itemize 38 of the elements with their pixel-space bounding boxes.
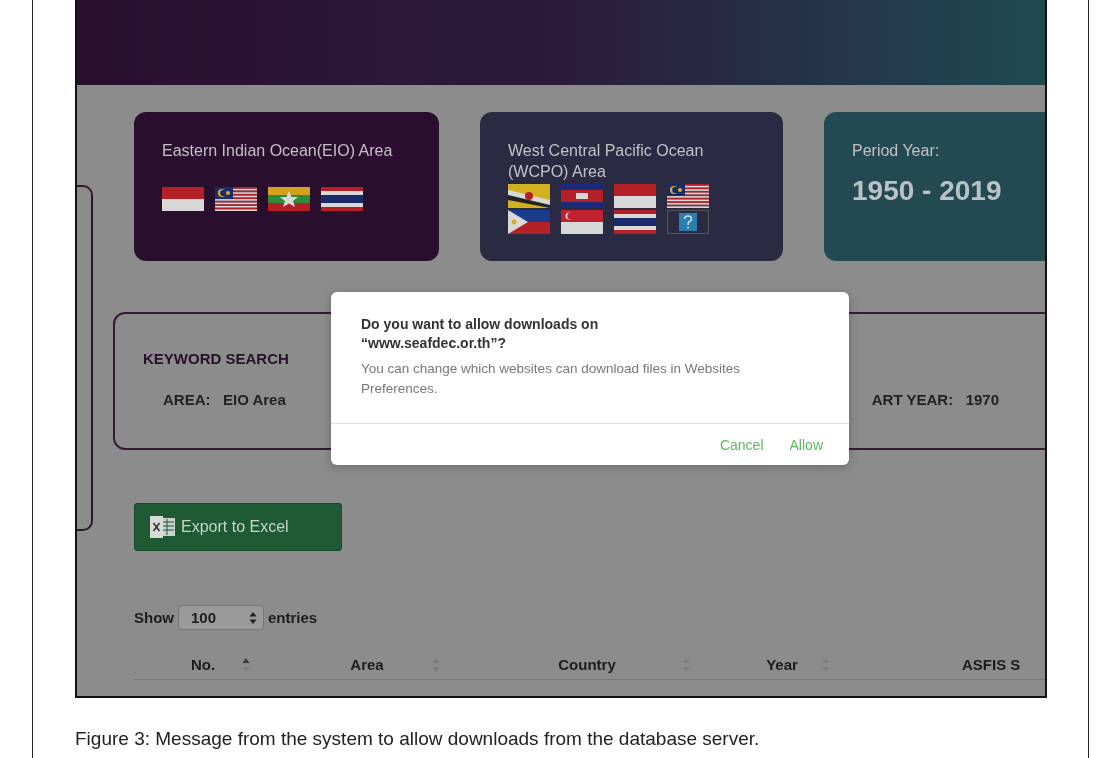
flag-icon xyxy=(614,184,656,208)
flag-icon xyxy=(614,210,656,234)
flag-icon xyxy=(561,210,603,234)
flag-icon xyxy=(215,187,257,211)
search-criterion: AREA: EIO Area xyxy=(163,391,286,408)
area-card[interactable]: West Central Pacific Ocean (WCPO) Area xyxy=(480,112,783,261)
search-criterion: ART YEAR: 1970 xyxy=(871,391,999,408)
flag-icon xyxy=(667,184,709,208)
flag-icon xyxy=(321,187,363,211)
area-card[interactable]: Eastern Indian Ocean(EIO) Area xyxy=(134,112,439,261)
flag-icon xyxy=(268,187,310,211)
flag-icon xyxy=(561,184,603,208)
column-header[interactable]: Year xyxy=(712,650,852,679)
sort-icon[interactable] xyxy=(242,657,250,673)
dialog-button[interactable]: Allow xyxy=(783,432,829,457)
card-title: West Central Pacific Ocean (WCPO) Area xyxy=(508,141,705,182)
period-value: 1950 - 2019 xyxy=(852,175,1003,207)
entries-label: entries xyxy=(268,609,318,626)
column-header[interactable]: ASFIS S xyxy=(852,650,1045,679)
excel-icon xyxy=(149,515,177,539)
dialog-button[interactable]: Cancel xyxy=(713,432,770,457)
export-button[interactable]: Export to Excel xyxy=(134,503,342,551)
flag-icon xyxy=(508,184,550,208)
question-icon xyxy=(667,210,709,234)
figure-caption: Figure 3: Message from the system to allow downloads from the database server. xyxy=(75,728,761,750)
panel-title: KEYWORD SEARCH xyxy=(143,350,290,367)
column-header[interactable]: No. xyxy=(134,650,272,679)
dialog-message: You can change which websites can download files in Websites Preferences. xyxy=(361,360,741,398)
show-label: Show xyxy=(134,609,174,626)
card-title: Period Year: xyxy=(852,141,941,161)
card-title: Eastern Indian Ocean(EIO) Area xyxy=(162,141,394,161)
column-header[interactable]: Area xyxy=(272,650,462,679)
entries-select[interactable]: 100 xyxy=(178,605,264,630)
column-header[interactable]: Country xyxy=(462,650,712,679)
dialog-title: Do you want to allow downloads on “www.seafdec.or.th”? xyxy=(361,315,600,353)
flag-icon xyxy=(508,210,550,234)
flag-icon xyxy=(162,187,204,211)
stepper-icon xyxy=(249,610,257,625)
